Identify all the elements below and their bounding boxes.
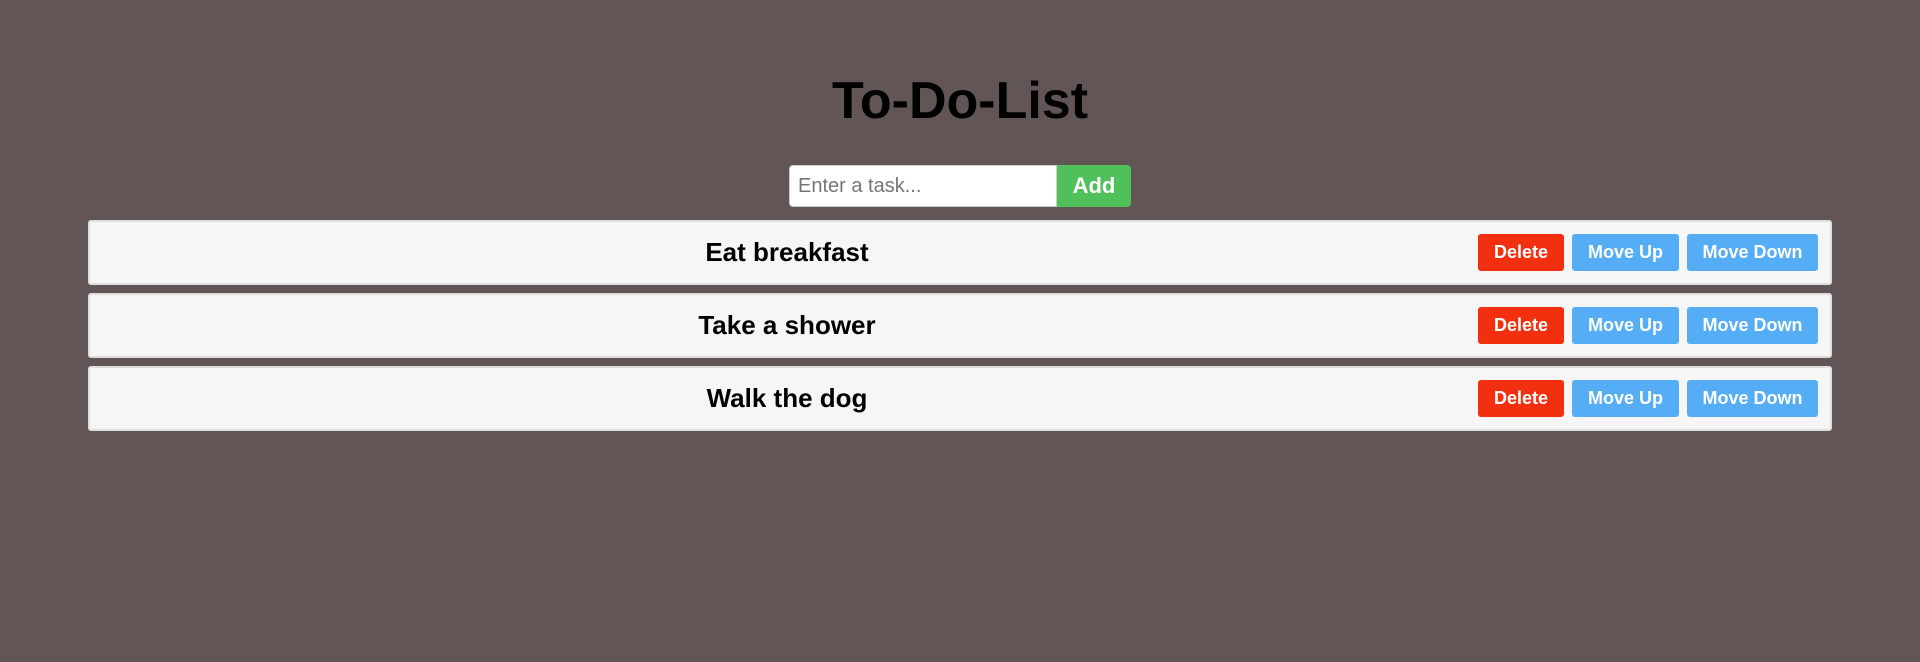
move-up-button[interactable]: Move Up xyxy=(1572,234,1679,271)
delete-button[interactable]: Delete xyxy=(1478,234,1564,271)
move-down-button[interactable]: Move Down xyxy=(1687,380,1818,417)
task-text: Take a shower xyxy=(698,310,876,340)
task-list: Eat breakfast Delete Move Up Move Down T… xyxy=(88,220,1832,439)
delete-button[interactable]: Delete xyxy=(1478,380,1564,417)
task-actions: Delete Move Up Move Down xyxy=(1478,234,1818,271)
task-input[interactable] xyxy=(789,165,1057,207)
task-item: Eat breakfast Delete Move Up Move Down xyxy=(88,220,1832,285)
task-text: Eat breakfast xyxy=(705,237,869,267)
task-actions: Delete Move Up Move Down xyxy=(1478,307,1818,344)
task-actions: Delete Move Up Move Down xyxy=(1478,380,1818,417)
task-text: Walk the dog xyxy=(706,383,868,413)
page-title: To-Do-List xyxy=(831,72,1089,130)
add-button[interactable]: Add xyxy=(1057,165,1131,207)
move-down-button[interactable]: Move Down xyxy=(1687,307,1818,344)
task-item: Take a shower Delete Move Up Move Down xyxy=(88,293,1832,358)
move-up-button[interactable]: Move Up xyxy=(1572,380,1679,417)
move-up-button[interactable]: Move Up xyxy=(1572,307,1679,344)
add-task-form: Add xyxy=(789,165,1131,207)
task-item: Walk the dog Delete Move Up Move Down xyxy=(88,366,1832,431)
move-down-button[interactable]: Move Down xyxy=(1687,234,1818,271)
delete-button[interactable]: Delete xyxy=(1478,307,1564,344)
